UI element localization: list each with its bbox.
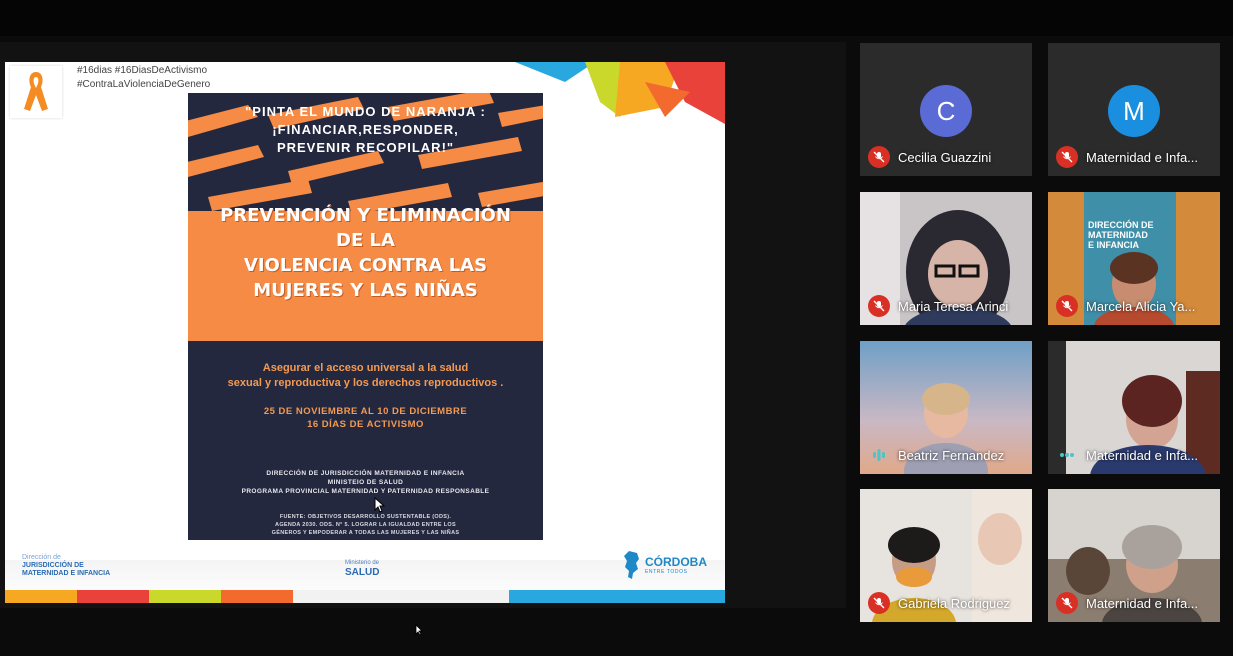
participant-nameplate: Maternidad e Infa... (1056, 444, 1198, 466)
quote-line: PREVENIR RECOPILAR!" (276, 140, 455, 155)
participant-name: Maternidad e Infa... (1086, 595, 1199, 611)
jurisdiccion-logo: Dirección de JURISDICCIÓN DE MATERNIDAD … (22, 554, 110, 578)
event-poster: "PINTA EL MUNDO DE NARANJA : ¡FINANCIAR,… (188, 93, 543, 540)
quote-line: "PINTA EL MUNDO DE NARANJA : (245, 104, 486, 119)
cordoba-map-icon (624, 551, 639, 579)
ministerio-salud-logo: Ministerio de SALUD (345, 559, 380, 578)
org-line: MINISTEIO DE SALUD (327, 479, 404, 486)
participant-nameplate: Maternidad e Infa... (1056, 146, 1198, 168)
participant-tile[interactable]: C Cecilia Guazzini (860, 43, 1032, 176)
dates-line: 16 DÍAS DE ACTIVISMO (307, 419, 424, 430)
hashtags: #16dias #16DiasDeActivismo #ContraLaViol… (77, 64, 210, 92)
quote-line: ¡FINANCIAR,RESPONDER, (272, 122, 459, 137)
participant-tile[interactable]: Maternidad e Infa... (1048, 341, 1220, 474)
participant-name: Maternidad e Infa... (1086, 447, 1199, 463)
participant-nameplate: Marcela Alicia Ya... (1056, 295, 1195, 317)
headline-line: PREVENCIÓN Y ELIMINACIÓN (220, 205, 511, 226)
participant-nameplate: Maternidad e Infa... (1056, 592, 1198, 614)
logo-sub-text: ENTRE TODOS (645, 568, 688, 575)
logo-big-text: SALUD (345, 567, 380, 578)
source-line: FUENTE: OBJETIVOS DESARROLLO SUSTENTABLE… (279, 514, 452, 520)
avatar: C (920, 85, 972, 137)
poster-quote: "PINTA EL MUNDO DE NARANJA : ¡FINANCIAR,… (188, 103, 543, 157)
orange-ribbon-icon (24, 72, 48, 111)
mouse-cursor-icon (415, 624, 423, 636)
participant-name: Gabriela Rodriguez (898, 595, 1011, 611)
source-note: FUENTE: OBJETIVOS DESARROLLO SUSTENTABLE… (198, 513, 533, 537)
participant-name: Cecilia Guazzini (898, 149, 992, 165)
dates-line: 25 DE NOVIEMBRE AL 10 DE DICIEMBRE (263, 406, 468, 417)
presentation-slide: #16dias #16DiasDeActivismo #ContraLaViol… (5, 62, 725, 603)
mic-off-icon (868, 146, 890, 168)
participant-name: Marcela Alicia Ya... (1086, 298, 1196, 314)
participant-name: Maternidad e Infa... (1086, 149, 1199, 165)
avatar: M (1108, 85, 1160, 137)
hashtag-line: #16dias #16DiasDeActivismo (77, 65, 208, 76)
access-line: sexual y reproductiva y los derechos rep… (227, 377, 504, 389)
org-line: PROGRAMA PROVINCIAL MATERNIDAD Y PATERNI… (241, 488, 490, 495)
organizers: DIRECCIÓN DE JURISDICCIÓN MATERNIDAD E I… (198, 469, 533, 496)
participant-tile[interactable]: M Maternidad e Infa... (1048, 43, 1220, 176)
mic-off-icon (1056, 295, 1078, 317)
banner-text: DIRECCIÓN DE MATERNIDAD E INFANCIA (1088, 220, 1154, 250)
ribbon-logo (10, 66, 62, 118)
logo-line: JURISDICCIÓN DE (22, 562, 84, 569)
event-dates: 25 DE NOVIEMBRE AL 10 DE DICIEMBRE 16 DÍ… (203, 405, 528, 431)
corner-decoration (515, 62, 725, 124)
hashtag-line: #ContraLaViolenciaDeGenero (77, 79, 211, 90)
headline-line: MUJERES Y LAS NIÑAS (253, 280, 478, 301)
source-line: AGENDA 2030. ODS. N° 5. LOGRAR LA IGUALD… (275, 522, 456, 528)
participant-nameplate: Cecilia Guazzini (868, 146, 991, 168)
mic-off-icon (1056, 146, 1078, 168)
audio-active-icon (1056, 444, 1078, 466)
mic-off-icon (1056, 592, 1078, 614)
banner-line: E INFANCIA (1088, 240, 1140, 250)
participant-tile[interactable]: Beatriz Fernandez (860, 341, 1032, 474)
participant-tile[interactable]: Maternidad e Infa... (1048, 489, 1220, 622)
participant-name: Maria Teresa Arinci (898, 298, 1009, 314)
mic-off-icon (868, 295, 890, 317)
access-statement: Asegurar el acceso universal a la salud … (203, 361, 528, 391)
top-bar (0, 0, 1233, 36)
logo-main-text: CÓRDOBA (645, 554, 707, 569)
access-line: Asegurar el acceso universal a la salud (262, 362, 469, 374)
participant-tile[interactable]: Gabriela Rodriguez (860, 489, 1032, 622)
participant-tile[interactable]: Maria Teresa Arinci (860, 192, 1032, 325)
participant-nameplate: Maria Teresa Arinci (868, 295, 1008, 317)
participant-tile[interactable]: DIRECCIÓN DE MATERNIDAD E INFANCIA Marce… (1048, 192, 1220, 325)
logo-line: MATERNIDAD E INFANCIA (22, 570, 111, 577)
participant-name: Beatriz Fernandez (898, 447, 1005, 463)
mouse-cursor-icon (374, 497, 386, 513)
source-line: GÉNEROS Y EMPODERAR A TODAS LAS MUJERES … (271, 530, 460, 536)
headline-line: DE LA (336, 230, 395, 251)
participant-nameplate: Beatriz Fernandez (868, 444, 1004, 466)
headline-line: VIOLENCIA CONTRA LAS (243, 255, 488, 276)
logo-small-text: Dirección de (22, 554, 61, 561)
mic-off-icon (868, 592, 890, 614)
banner-line: DIRECCIÓN DE (1088, 220, 1154, 230)
speaking-indicator-icon (868, 444, 890, 466)
banner-line: MATERNIDAD (1088, 230, 1148, 240)
color-stripe (5, 590, 725, 603)
cordoba-logo: CÓRDOBA ENTRE TODOS (623, 551, 707, 579)
org-line: DIRECCIÓN DE JURISDICCIÓN MATERNIDAD E I… (266, 470, 465, 477)
participant-nameplate: Gabriela Rodriguez (868, 592, 1010, 614)
poster-headline: PREVENCIÓN Y ELIMINACIÓN DE LA VIOLENCIA… (198, 203, 533, 303)
